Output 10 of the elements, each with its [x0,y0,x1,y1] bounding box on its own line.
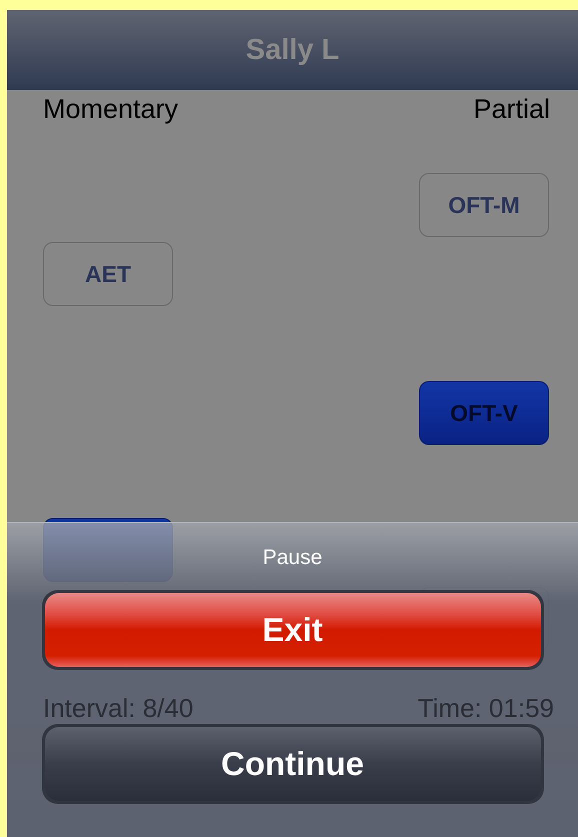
column-heading: Momentary [43,94,178,125]
continue-button[interactable]: Continue [44,727,540,801]
exit-button[interactable]: Exit [44,593,540,667]
sheet-title: Pause [262,546,322,570]
time-text: Time: 01:59 [418,693,554,724]
behavior-button[interactable]: AET [43,242,173,306]
column-heading: Partial [473,94,550,125]
nav-title: Sally L [246,34,340,66]
interval-text: Interval: 8/40 [43,693,194,724]
behavior-button[interactable]: OFT-M [419,173,549,237]
